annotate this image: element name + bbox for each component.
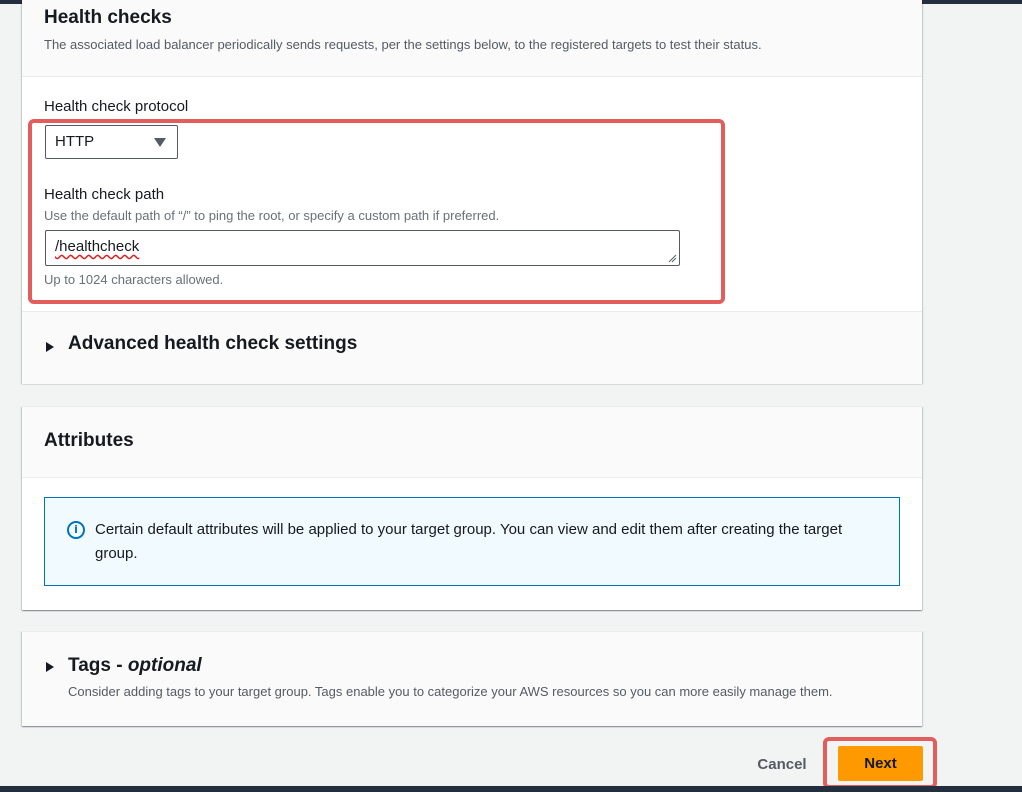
- attributes-header: Attributes: [22, 407, 922, 478]
- info-alert: i Certain default attributes will be app…: [44, 497, 900, 586]
- bottom-bar: [0, 786, 1022, 792]
- info-icon: i: [67, 521, 85, 539]
- tags-title: Tags - optional: [68, 655, 202, 677]
- tags-panel-toggle[interactable]: Tags - optional Consider adding tags to …: [22, 631, 922, 726]
- highlight-box-next-button: [823, 737, 937, 789]
- health-checks-description: The associated load balancer periodicall…: [44, 37, 762, 52]
- expand-triangle-icon: [46, 662, 54, 672]
- expand-triangle-icon: [46, 342, 54, 352]
- highlight-box-health-check-fields: [28, 119, 725, 304]
- info-alert-text: Certain default attributes will be appli…: [95, 521, 843, 562]
- attributes-panel: Attributes i Certain default attributes …: [22, 406, 922, 610]
- health-checks-header: Health checks The associated load balanc…: [22, 0, 922, 77]
- attributes-title: Attributes: [44, 430, 134, 451]
- advanced-health-check-settings-toggle[interactable]: Advanced health check settings: [22, 311, 922, 384]
- page-background: [923, 4, 1022, 786]
- health-check-protocol-label: Health check protocol: [44, 98, 189, 115]
- tags-title-main: Tags -: [68, 655, 128, 676]
- tags-description: Consider adding tags to your target grou…: [68, 684, 833, 699]
- advanced-health-check-settings-label: Advanced health check settings: [68, 333, 358, 354]
- tags-title-optional: optional: [127, 655, 202, 676]
- cancel-button[interactable]: Cancel: [743, 752, 821, 778]
- health-checks-title: Health checks: [44, 7, 172, 28]
